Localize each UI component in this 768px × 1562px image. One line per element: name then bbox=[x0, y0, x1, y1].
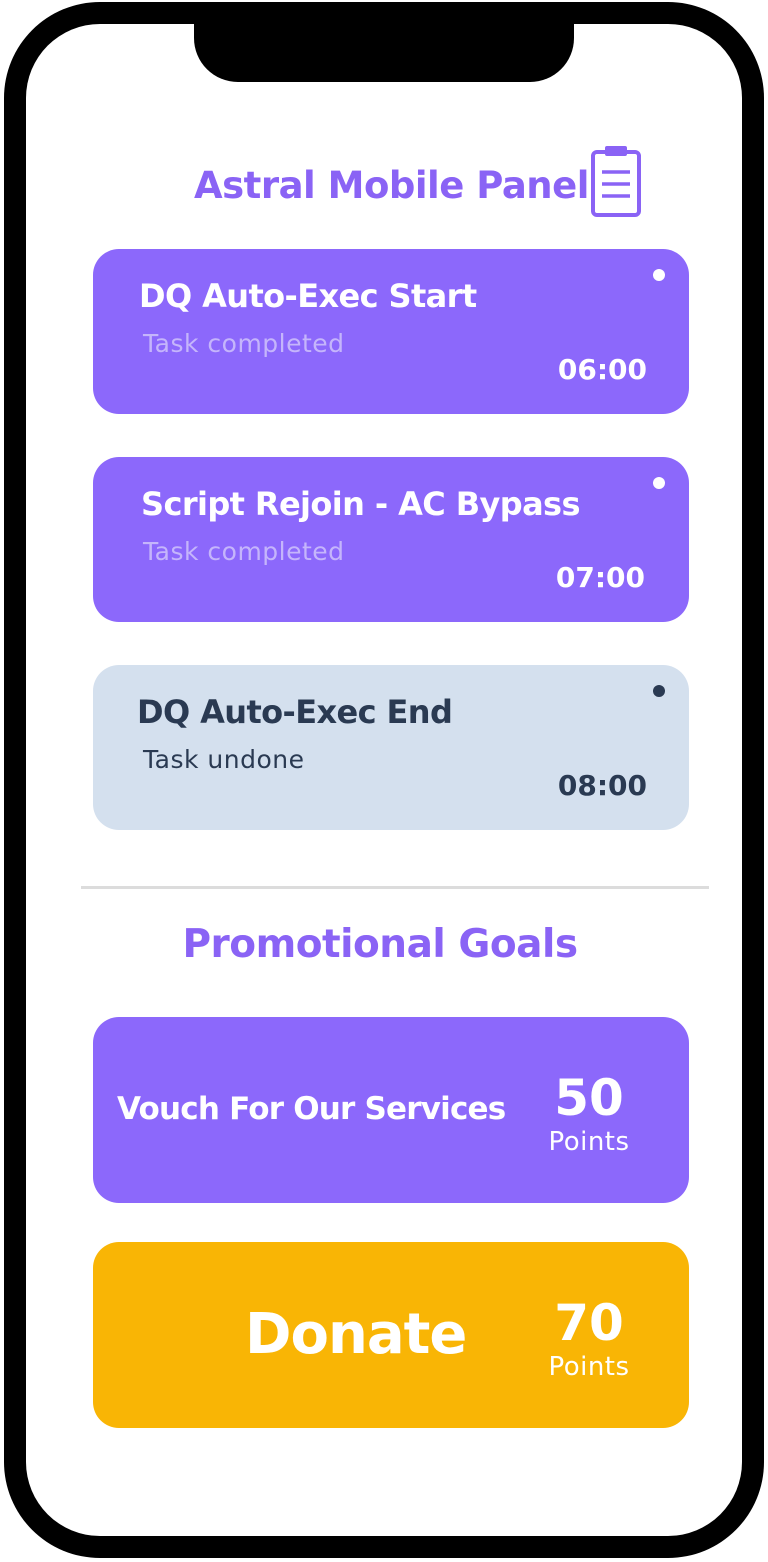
task-name: DQ Auto-Exec End bbox=[137, 693, 453, 731]
task-time: 07:00 bbox=[555, 561, 645, 594]
task-card[interactable]: Script Rejoin - AC Bypass Task completed… bbox=[93, 457, 689, 622]
goal-points-unit: Points bbox=[548, 1127, 630, 1157]
goal-points-unit: Points bbox=[548, 1352, 630, 1382]
task-card[interactable]: DQ Auto-Exec Start Task completed 06:00 bbox=[93, 249, 689, 414]
status-dot bbox=[653, 685, 665, 697]
phone-screen: Astral Mobile Panel DQ Auto-Exec Start T… bbox=[26, 24, 742, 1536]
task-card[interactable]: DQ Auto-Exec End Task undone 08:00 bbox=[93, 665, 689, 830]
goal-label: Donate bbox=[245, 1302, 467, 1367]
section-title: Promotional Goals bbox=[182, 922, 578, 967]
header: Astral Mobile Panel bbox=[26, 144, 742, 224]
phone-notch bbox=[194, 24, 574, 82]
task-status: Task completed bbox=[143, 329, 345, 358]
task-name: DQ Auto-Exec Start bbox=[139, 277, 477, 315]
goal-points: 50 bbox=[554, 1069, 624, 1127]
status-dot bbox=[653, 477, 665, 489]
phone-frame: Astral Mobile Panel DQ Auto-Exec Start T… bbox=[4, 2, 764, 1558]
app-title: Astral Mobile Panel bbox=[194, 164, 589, 207]
task-name: Script Rejoin - AC Bypass bbox=[141, 485, 581, 523]
status-dot bbox=[653, 269, 665, 281]
donate-goal-card[interactable]: Donate 70 Points bbox=[93, 1242, 689, 1428]
task-time: 08:00 bbox=[557, 769, 647, 802]
task-status: Task completed bbox=[143, 537, 345, 566]
goal-label: Vouch For Our Services bbox=[117, 1091, 506, 1127]
section-divider bbox=[81, 886, 709, 889]
task-time: 06:00 bbox=[557, 353, 647, 386]
clipboard-icon[interactable] bbox=[590, 144, 642, 218]
goal-points: 70 bbox=[554, 1294, 624, 1352]
vouch-goal-card[interactable]: Vouch For Our Services 50 Points bbox=[93, 1017, 689, 1203]
task-status: Task undone bbox=[143, 745, 305, 774]
